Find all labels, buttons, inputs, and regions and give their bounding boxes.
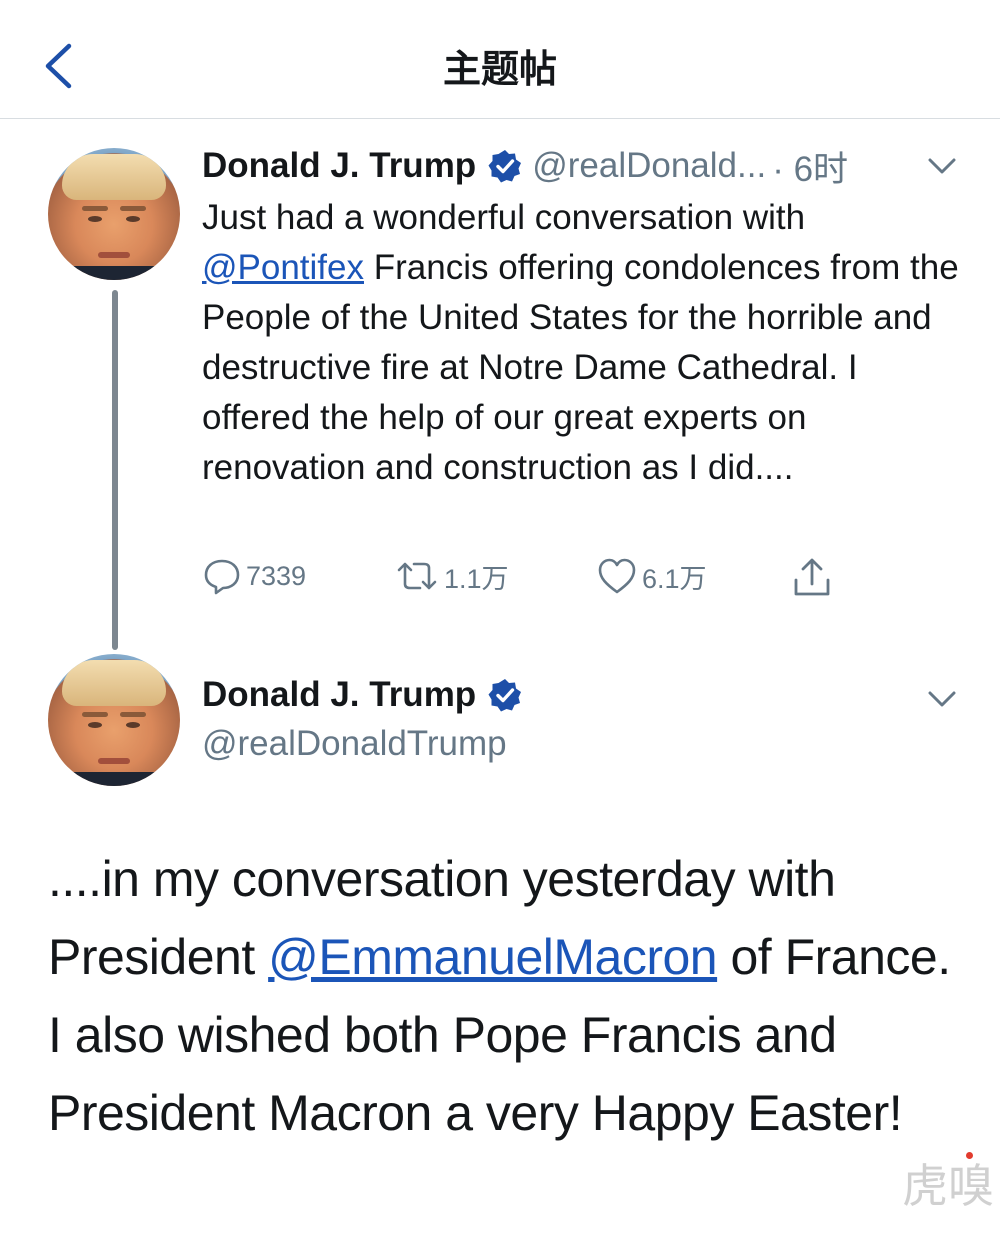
- tweet-actions: 7339 1.1万 6.1万: [202, 556, 902, 606]
- author-handle: @realDonald...: [532, 146, 767, 185]
- retweet-icon: [397, 562, 437, 590]
- watermark-dot: [966, 1152, 973, 1159]
- share-icon: [794, 558, 830, 596]
- avatar[interactable]: [48, 654, 180, 786]
- chevron-down-icon[interactable]: [928, 690, 956, 708]
- share-button[interactable]: [790, 556, 838, 600]
- tweet-header: Donald J. Trump @realDonaldTrump: [202, 668, 972, 764]
- verified-badge-icon: [488, 679, 522, 712]
- tweet-text: ....in my conversation yesterday with Pr…: [48, 840, 968, 1152]
- thread-connector: [112, 290, 118, 650]
- author-name[interactable]: Donald J. Trump: [202, 675, 476, 715]
- tweet-text-part: Just had a wonderful conversation with: [202, 198, 806, 237]
- mention-link[interactable]: @Pontifex: [202, 248, 364, 287]
- nav-bar: 主题帖: [0, 0, 1000, 119]
- mention-link[interactable]: @EmmanuelMacron: [268, 929, 717, 985]
- tweet-header: Donald J. Trump @realDonald... · 6时: [202, 140, 972, 192]
- reply-icon: [204, 559, 240, 595]
- verified-badge-icon: [488, 150, 522, 183]
- watermark: 虎嗅: [902, 1159, 994, 1213]
- author-handle: @realDonaldTrump: [202, 724, 507, 763]
- like-button[interactable]: 6.1万: [596, 556, 707, 596]
- reply-count: 7339: [246, 560, 307, 591]
- retweet-count: 1.1万: [444, 563, 509, 594]
- chevron-down-icon[interactable]: [928, 157, 956, 175]
- tweet-text: Just had a wonderful conversation with @…: [202, 193, 962, 493]
- avatar[interactable]: [48, 148, 180, 280]
- like-count: 6.1万: [642, 563, 707, 594]
- page-title: 主题帖: [442, 47, 557, 91]
- retweet-button[interactable]: 1.1万: [394, 556, 509, 596]
- reply-button[interactable]: 7339: [202, 556, 306, 596]
- tweet[interactable]: Donald J. Trump @realDonald... · 6时 Just…: [202, 140, 972, 493]
- heart-icon: [598, 558, 636, 594]
- tweet-time: · 6时: [772, 149, 849, 189]
- author-name[interactable]: Donald J. Trump: [202, 146, 476, 186]
